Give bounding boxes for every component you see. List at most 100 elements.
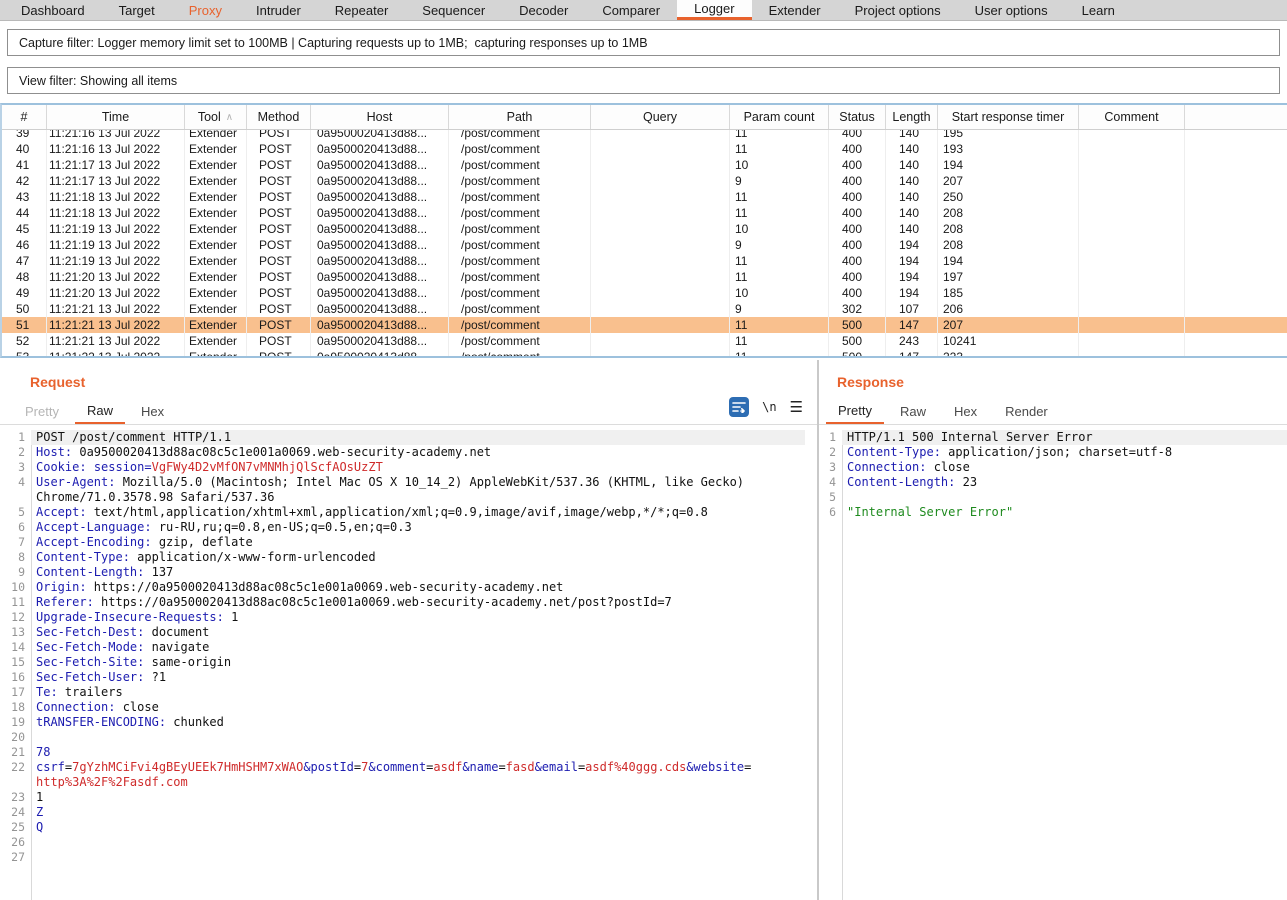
response-panel: Response PrettyRawHexRender 1HTTP/1.1 50… — [819, 360, 1287, 900]
line-number: 20 — [0, 730, 31, 745]
cell: POST — [247, 317, 311, 333]
request-editor[interactable]: 1POST /post/comment HTTP/1.12Host: 0a950… — [0, 430, 817, 900]
table-row[interactable]: 4811:21:20 13 Jul 2022ExtenderPOST0a9500… — [2, 269, 1287, 285]
line-number: 6 — [819, 505, 842, 520]
line-number: 3 — [819, 460, 842, 475]
column-header-length[interactable]: Length — [886, 105, 938, 129]
main-tab-target[interactable]: Target — [102, 0, 172, 20]
cell: 243 — [886, 333, 938, 349]
main-tab-learn[interactable]: Learn — [1065, 0, 1132, 20]
capture-filter-bar[interactable]: Capture filter: Logger memory limit set … — [7, 29, 1280, 56]
table-row[interactable]: 5211:21:21 13 Jul 2022ExtenderPOST0a9500… — [2, 333, 1287, 349]
column-header-tool[interactable]: Tool∧ — [185, 105, 247, 129]
column-header-host[interactable]: Host — [311, 105, 449, 129]
column-header-time[interactable]: Time — [47, 105, 185, 129]
request-tab-pretty[interactable]: Pretty — [13, 399, 71, 424]
cell: 140 — [886, 141, 938, 157]
table-row[interactable]: 4011:21:16 13 Jul 2022ExtenderPOST0a9500… — [2, 141, 1287, 157]
cell: 11 — [730, 333, 829, 349]
editor-line: 20 — [0, 730, 817, 745]
column-header-number[interactable]: # — [2, 105, 47, 129]
cell: 0a9500020413d88... — [311, 173, 449, 189]
column-header-status[interactable]: Status — [829, 105, 886, 129]
table-row[interactable]: 4311:21:18 13 Jul 2022ExtenderPOST0a9500… — [2, 189, 1287, 205]
editor-line: 14Sec-Fetch-Mode: navigate — [0, 640, 817, 655]
main-tab-comparer[interactable]: Comparer — [585, 0, 677, 20]
editor-line: 2Host: 0a9500020413d88ac08c5c1e001a0069.… — [0, 445, 817, 460]
line-number: 15 — [0, 655, 31, 670]
response-tab-hex[interactable]: Hex — [942, 399, 989, 424]
table-row[interactable]: 5111:21:21 13 Jul 2022ExtenderPOST0a9500… — [2, 317, 1287, 333]
cell — [1079, 317, 1185, 333]
response-tab-raw[interactable]: Raw — [888, 399, 938, 424]
line-number: 18 — [0, 700, 31, 715]
cell: 195 — [938, 130, 1079, 141]
table-row[interactable]: 3911:21:16 13 Jul 2022ExtenderPOST0a9500… — [2, 130, 1287, 141]
main-tab-sequencer[interactable]: Sequencer — [405, 0, 502, 20]
main-tab-decoder[interactable]: Decoder — [502, 0, 585, 20]
cell: 52 — [2, 333, 47, 349]
table-row[interactable]: 4611:21:19 13 Jul 2022ExtenderPOST0a9500… — [2, 237, 1287, 253]
request-toolbar: \n ☰ — [729, 397, 803, 417]
cell: 10 — [730, 157, 829, 173]
table-row[interactable]: 4111:21:17 13 Jul 2022ExtenderPOST0a9500… — [2, 157, 1287, 173]
line-number: 1 — [0, 430, 31, 445]
line-number: 13 — [0, 625, 31, 640]
cell: Extender — [185, 141, 247, 157]
cell: /post/comment — [449, 269, 591, 285]
table-row[interactable]: 5311:21:22 13 Jul 2022ExtenderPOST0a9500… — [2, 349, 1287, 357]
cell: 48 — [2, 269, 47, 285]
cell: 42 — [2, 173, 47, 189]
main-tab-extender[interactable]: Extender — [752, 0, 838, 20]
cell: 0a9500020413d88... — [311, 317, 449, 333]
table-row[interactable]: 4911:21:20 13 Jul 2022ExtenderPOST0a9500… — [2, 285, 1287, 301]
newline-icon[interactable]: \n — [762, 400, 776, 414]
cell: POST — [247, 301, 311, 317]
wrap-icon[interactable] — [729, 397, 749, 417]
cell — [591, 349, 730, 357]
line-text: 78 — [31, 745, 50, 760]
main-tab-user-options[interactable]: User options — [958, 0, 1065, 20]
table-row[interactable]: 4711:21:19 13 Jul 2022ExtenderPOST0a9500… — [2, 253, 1287, 269]
table-row[interactable]: 5011:21:21 13 Jul 2022ExtenderPOST0a9500… — [2, 301, 1287, 317]
cell: 207 — [938, 173, 1079, 189]
cell: /post/comment — [449, 237, 591, 253]
column-header-method[interactable]: Method — [247, 105, 311, 129]
table-row[interactable]: 4411:21:18 13 Jul 2022ExtenderPOST0a9500… — [2, 205, 1287, 221]
column-header-path[interactable]: Path — [449, 105, 591, 129]
log-table: #TimeTool∧MethodHostPathQueryParam count… — [0, 103, 1287, 358]
response-editor[interactable]: 1HTTP/1.1 500 Internal Server Error2Cont… — [819, 430, 1287, 900]
line-text — [31, 850, 36, 865]
view-filter-bar[interactable]: View filter: Showing all items — [7, 67, 1280, 94]
editor-line: 231 — [0, 790, 817, 805]
table-row[interactable]: 4511:21:19 13 Jul 2022ExtenderPOST0a9500… — [2, 221, 1287, 237]
request-tab-raw[interactable]: Raw — [75, 399, 125, 424]
main-tab-dashboard[interactable]: Dashboard — [4, 0, 102, 20]
editor-line: 27 — [0, 850, 817, 865]
response-tab-render[interactable]: Render — [993, 399, 1060, 424]
response-tab-bar: PrettyRawHexRender — [819, 399, 1287, 425]
main-tab-repeater[interactable]: Repeater — [318, 0, 405, 20]
cell: 193 — [938, 141, 1079, 157]
request-tab-hex[interactable]: Hex — [129, 399, 176, 424]
cell: Extender — [185, 173, 247, 189]
main-tab-intruder[interactable]: Intruder — [239, 0, 318, 20]
cell — [1079, 285, 1185, 301]
column-header-param-count[interactable]: Param count — [730, 105, 829, 129]
line-number: 10 — [0, 580, 31, 595]
column-header-comment[interactable]: Comment — [1079, 105, 1185, 129]
main-tab-proxy[interactable]: Proxy — [172, 0, 239, 20]
cell: 11 — [730, 317, 829, 333]
line-text: Accept-Language: ru-RU,ru;q=0.8,en-US;q=… — [31, 520, 412, 535]
request-title: Request — [30, 374, 817, 390]
response-tab-pretty[interactable]: Pretty — [826, 399, 884, 424]
main-tab-logger[interactable]: Logger — [677, 0, 751, 20]
line-number: 11 — [0, 595, 31, 610]
column-header-start-response-timer[interactable]: Start response timer — [938, 105, 1079, 129]
column-header-query[interactable]: Query — [591, 105, 730, 129]
cell: 11 — [730, 269, 829, 285]
menu-icon[interactable]: ☰ — [790, 400, 803, 415]
editor-line: 15Sec-Fetch-Site: same-origin — [0, 655, 817, 670]
main-tab-project-options[interactable]: Project options — [838, 0, 958, 20]
table-row[interactable]: 4211:21:17 13 Jul 2022ExtenderPOST0a9500… — [2, 173, 1287, 189]
